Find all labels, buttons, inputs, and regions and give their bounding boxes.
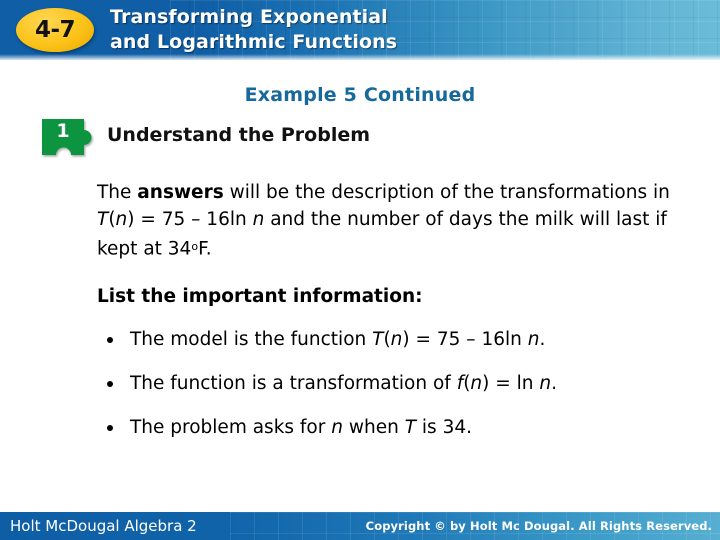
page-title-line-2: and Logarithmic Functions: [110, 31, 398, 53]
bullet-2-close: ) = ln: [482, 373, 540, 394]
bullet-dot-icon: [107, 425, 113, 431]
bullet-3-pre: The problem asks for: [130, 417, 332, 438]
para-seg-3: will be the description of the transform…: [223, 182, 670, 203]
bullet-dot-icon: [107, 381, 113, 387]
page-title-line-1: Transforming Exponential: [110, 6, 388, 28]
list-item: The function is a transformation of f(n)…: [105, 372, 705, 396]
bullet-2-post: .: [551, 373, 558, 394]
lesson-number-badge: 4-7: [16, 8, 94, 52]
para-var-n-1: n: [115, 209, 128, 230]
slide-header-bar: 4-7 Transforming Exponential and Logarit…: [0, 0, 720, 60]
bullet-2-pre: The function is a transformation of: [130, 373, 457, 394]
bullet-1-var2: n: [527, 329, 540, 350]
footer-copyright: Copyright © by Holt Mc Dougal. All Right…: [365, 519, 712, 533]
para-func-T: T: [97, 209, 109, 230]
problem-paragraph: The answers will be the description of t…: [97, 179, 697, 263]
bullet-1-fn: T: [372, 329, 384, 350]
para-seg-5: (: [108, 209, 116, 230]
bullet-3-open: when: [342, 417, 405, 438]
slide-footer-bar: Holt McDougal Algebra 2 Copyright © by H…: [0, 512, 720, 540]
page-title: Transforming Exponential and Logarithmic…: [110, 5, 590, 55]
bullet-dot-icon: [107, 337, 113, 343]
para-seg-1: The: [97, 182, 138, 203]
information-bullet-list: The model is the function T(n) = 75 – 16…: [105, 328, 705, 460]
list-item: The problem asks for n when T is 34.: [105, 416, 705, 440]
bullet-1-open: (: [383, 329, 391, 350]
para-seg-11: F.: [198, 238, 212, 260]
bullet-2-var: n: [470, 373, 483, 394]
bullet-2-var2: n: [539, 373, 552, 394]
footer-book-title: Holt McDougal Algebra 2: [10, 517, 197, 535]
bullet-1-close: ) = 75 – 16ln: [402, 329, 528, 350]
bullet-1-pre: The model is the function: [130, 329, 373, 350]
para-var-n-2: n: [252, 209, 265, 230]
para-seg-7: ) = 75 – 16ln: [127, 209, 253, 230]
list-item: The model is the function T(n) = 75 – 16…: [105, 328, 705, 352]
header-bottom-fade: [0, 54, 720, 60]
example-heading: Example 5 Continued: [244, 84, 476, 106]
lesson-number-label: 4-7: [34, 16, 76, 43]
step-number-label: 1: [56, 120, 70, 142]
bullet-1-var: n: [390, 329, 403, 350]
bullet-1-post: .: [539, 329, 546, 350]
list-heading: List the important information:: [97, 286, 423, 307]
para-answers-bold: answers: [137, 182, 224, 203]
bullet-3-var: T: [404, 417, 417, 438]
bullet-3-fn: n: [331, 417, 343, 438]
bullet-3-close: is 34.: [416, 417, 472, 438]
step-title: Understand the Problem: [107, 124, 371, 146]
